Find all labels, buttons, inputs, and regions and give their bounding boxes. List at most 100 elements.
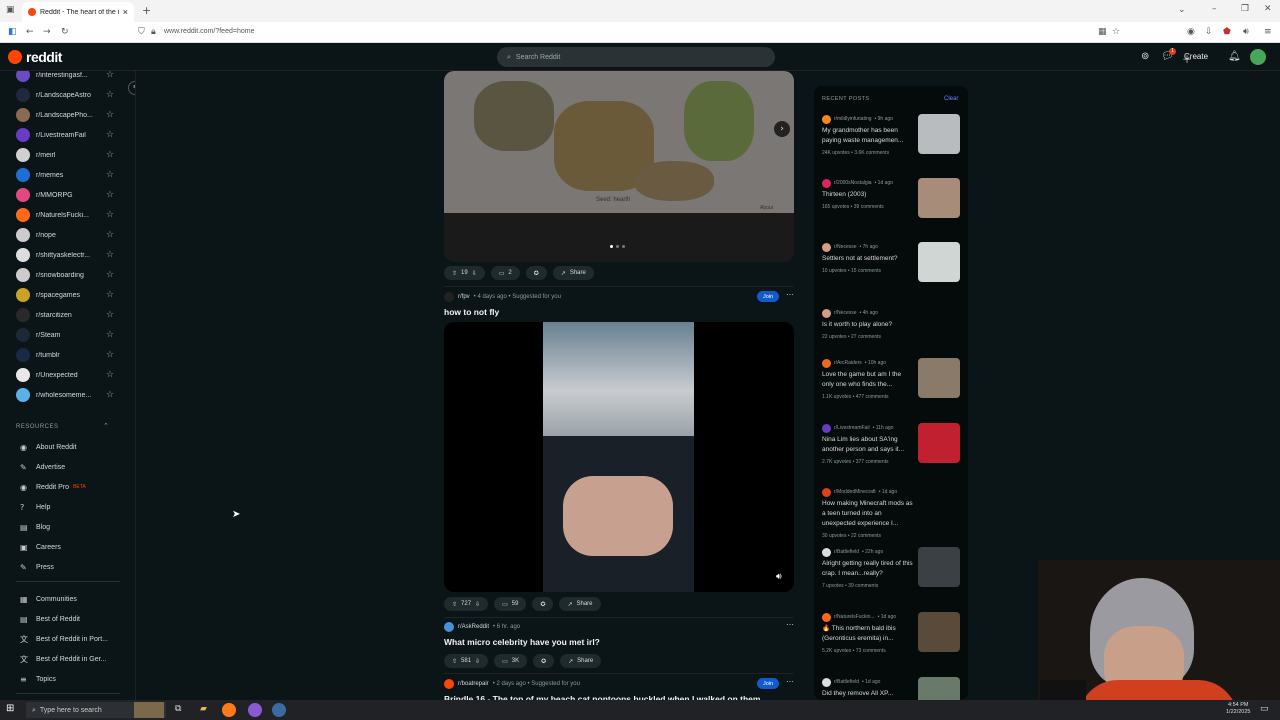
recent-post[interactable]: r/NaturelsFuckin... • 1d ago 🔥 This northe… [822, 612, 962, 654]
award-button[interactable]: ✪ [533, 654, 555, 668]
recent-post-title[interactable]: How making Minecraft mods as a teen turn… [822, 499, 914, 529]
recent-post-title[interactable]: Settlers not at settlement? [822, 254, 914, 264]
browser-tab[interactable]: Reddit - The heart of the in × [22, 2, 134, 22]
favorite-star-icon[interactable]: ☆ [106, 210, 114, 220]
sidebar-community-item[interactable]: r/LandscapePho... ☆ [16, 106, 114, 124]
reload-icon[interactable]: ↻ [61, 27, 69, 37]
comments-button[interactable]: ▭ 2 [490, 266, 520, 280]
share-button[interactable]: ↗ Share [559, 597, 601, 611]
subreddit-avatar[interactable] [444, 622, 454, 632]
sidebar-community-item[interactable]: r/memes ☆ [16, 166, 114, 184]
sidebar-community-item[interactable]: r/NaturelsFucki... ☆ [16, 206, 114, 224]
recent-post[interactable]: r/Battlefield • 22h ago Alright getting re… [822, 547, 962, 589]
favorite-star-icon[interactable]: ☆ [106, 390, 114, 400]
resource-link[interactable]: ▣ Careers [20, 539, 120, 555]
post-subreddit[interactable]: r/fpv [458, 294, 470, 300]
collapse-sidebar-icon[interactable]: ≡ [128, 81, 135, 95]
share-button[interactable]: ↗ Share [552, 266, 594, 280]
download-icon[interactable]: ⇩ [1205, 27, 1213, 37]
resource-link[interactable]: ▤ Blog [20, 519, 120, 535]
restore-icon[interactable]: ❐ [1241, 4, 1249, 14]
task-view-icon[interactable]: ⧉ [175, 704, 181, 714]
firefox-icon[interactable] [222, 703, 236, 717]
upvote-icon[interactable]: ⇧ [452, 270, 457, 277]
favorite-star-icon[interactable]: ☆ [106, 190, 114, 200]
favorite-star-icon[interactable]: ☆ [106, 150, 114, 160]
recent-post-title[interactable]: Is it worth to play alone? [822, 320, 914, 330]
favorite-star-icon[interactable]: ☆ [106, 110, 114, 120]
recent-post[interactable]: r/Necesse • 4h ago Is it worth to play alo… [822, 308, 962, 340]
recent-post-thumbnail[interactable] [918, 114, 960, 154]
menu-icon[interactable]: ≡ [1264, 27, 1272, 37]
recent-post-title[interactable]: Did they remove All XP... [822, 689, 914, 699]
sidebar-community-item[interactable]: r/meirl ☆ [16, 146, 114, 164]
forward-icon[interactable]: → [43, 27, 51, 37]
favorite-star-icon[interactable]: ☆ [106, 90, 114, 100]
award-button[interactable]: ✪ [525, 266, 547, 280]
favorite-star-icon[interactable]: ☆ [106, 330, 114, 340]
more-options-icon[interactable]: ⋯ [786, 620, 794, 629]
vote-pill[interactable]: ⇧ 727 ⇩ [444, 597, 489, 611]
subreddit-avatar[interactable] [444, 292, 454, 302]
recent-post-thumbnail[interactable] [918, 547, 960, 587]
more-options-icon[interactable]: ⋯ [786, 677, 794, 686]
favorite-star-icon[interactable]: ☆ [106, 370, 114, 380]
sidebar-community-item[interactable]: r/Steam ☆ [16, 326, 114, 344]
recent-post[interactable]: r/2000sNostalgia • 1d ago Thirteen (2003) 1… [822, 178, 962, 218]
resource-link[interactable]: ◉ Reddit Pro BETA [20, 479, 120, 495]
sidebar-community-item[interactable]: r/LivestreamFail ☆ [16, 126, 114, 144]
ublock-icon[interactable]: ⬟ [1223, 27, 1231, 37]
recent-post-thumbnail[interactable] [918, 242, 960, 282]
recent-post[interactable]: r/mildlyinfuriating • 9h ago My grandmothe… [822, 114, 962, 156]
join-button[interactable]: Join [757, 678, 779, 689]
post-media-card[interactable]: Seed: hearth About › [444, 71, 794, 262]
chevron-up-icon[interactable]: ⌃ [103, 422, 109, 430]
post-video[interactable]: 🔊︎ [444, 322, 794, 592]
recent-post-title[interactable]: Nina Lim lies about SA'ing another perso… [822, 435, 914, 455]
advertise-icon[interactable]: ⊚ [1141, 51, 1149, 62]
resource-link[interactable]: ✎ Advertise [20, 459, 120, 475]
sidebar-community-item[interactable]: r/snowboarding ☆ [16, 266, 114, 284]
reddit-logo-text[interactable]: reddit [26, 49, 62, 65]
taskbar-clock[interactable]: 4:54 PM 1/22/2025 [1226, 702, 1250, 716]
sidebar-community-item[interactable]: r/tumblr ☆ [16, 346, 114, 364]
more-link[interactable]: ≡ Topics [20, 671, 120, 687]
comments-button[interactable]: ▭ 3K [494, 654, 528, 668]
favorite-star-icon[interactable]: ☆ [106, 170, 114, 180]
reddit-logo-icon[interactable] [8, 50, 22, 64]
sidebar-community-item[interactable]: r/nope ☆ [16, 226, 114, 244]
sidebar-community-item[interactable]: r/interestingasf... ☆ [16, 71, 114, 84]
sidebar-toggle-icon[interactable]: ◧ [8, 27, 17, 37]
audio-icon[interactable]: 🔊︎ [1243, 27, 1249, 37]
share-button[interactable]: ↗ Share [560, 654, 602, 668]
sidebar-community-item[interactable]: r/MMORPG ☆ [16, 186, 114, 204]
more-link[interactable]: ▤ Best of Reddit [20, 611, 120, 627]
tabs-dropdown-icon[interactable]: ⌄ [1178, 5, 1186, 15]
vote-pill[interactable]: ⇧ 19 ⇩ [444, 266, 485, 280]
notifications-icon[interactable]: ▭ [1260, 704, 1269, 714]
recent-post[interactable]: r/LivestreamFail • 11h ago Nina Lim lies a… [822, 423, 962, 465]
post-title[interactable]: how to not fly [444, 307, 499, 317]
search-input[interactable]: ⌕ Search Reddit [497, 47, 775, 67]
resource-link[interactable]: ? Help [20, 499, 120, 515]
favorite-star-icon[interactable]: ☆ [106, 130, 114, 140]
join-button[interactable]: Join [757, 291, 779, 302]
favorite-star-icon[interactable]: ☆ [106, 290, 114, 300]
upvote-icon[interactable]: ⇧ [452, 601, 457, 608]
back-icon[interactable]: ← [26, 27, 34, 37]
weather-widget-icon[interactable] [134, 702, 164, 718]
post-subreddit[interactable]: r/boatrepair [458, 681, 489, 687]
sidebar-community-item[interactable]: r/Unexpected ☆ [16, 366, 114, 384]
downvote-icon[interactable]: ⇩ [475, 601, 480, 608]
clear-button[interactable]: Clear [944, 96, 958, 102]
downvote-icon[interactable]: ⇩ [475, 658, 480, 665]
bell-icon[interactable]: 🔔︎ [1228, 51, 1241, 62]
favorite-star-icon[interactable]: ☆ [106, 230, 114, 240]
vote-pill[interactable]: ⇧ 581 ⇩ [444, 654, 489, 668]
volume-icon[interactable]: 🔊︎ [776, 572, 782, 582]
sidebar-community-item[interactable]: r/starcitizen ☆ [16, 306, 114, 324]
recent-post[interactable]: r/Necesse • 7h ago Settlers not at settlem… [822, 242, 962, 282]
post-subreddit[interactable]: r/AskReddit [458, 624, 489, 630]
sidebar-community-item[interactable]: r/spacegames ☆ [16, 286, 114, 304]
carousel-next-icon[interactable]: › [774, 121, 790, 137]
